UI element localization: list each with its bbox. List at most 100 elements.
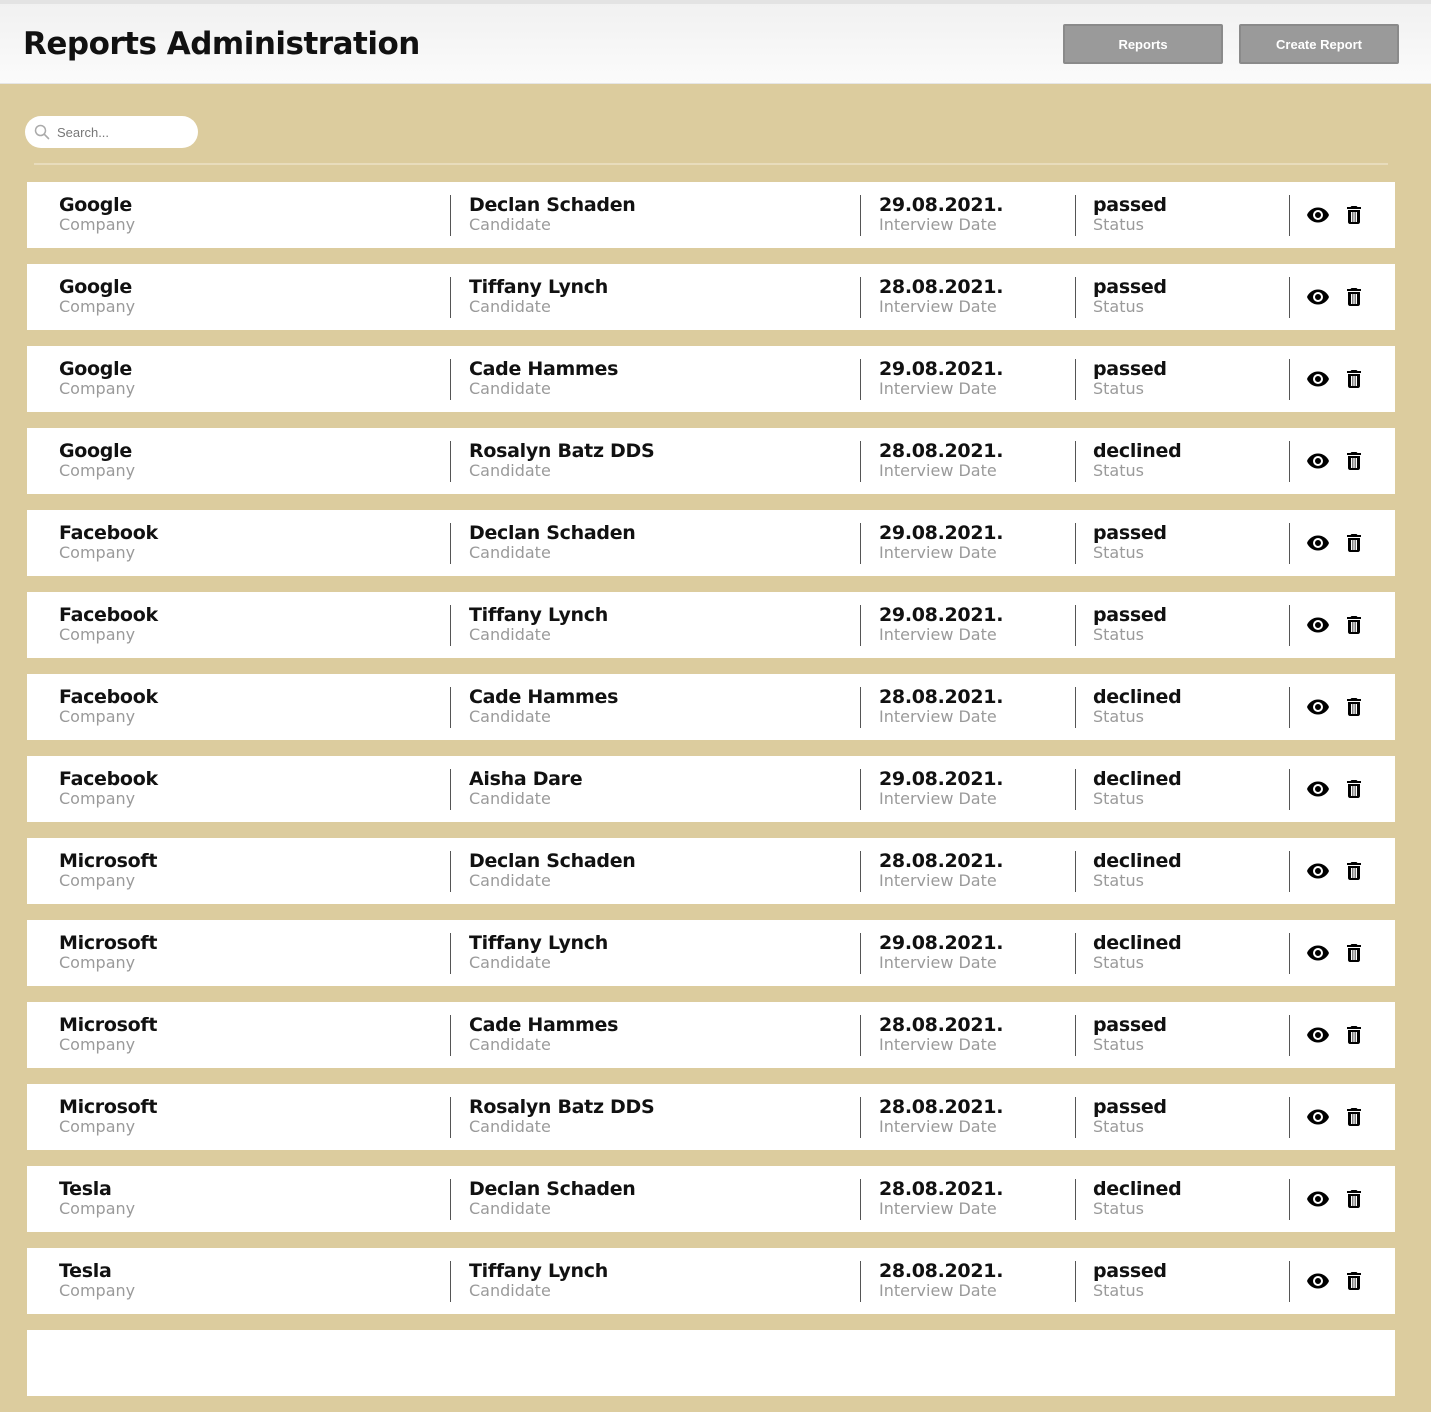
status-cell: passed Status bbox=[1093, 194, 1167, 234]
candidate-cell: Cade Hammes Candidate bbox=[469, 1014, 618, 1054]
candidate-label: Candidate bbox=[469, 1199, 551, 1218]
column-separator bbox=[1289, 605, 1290, 646]
candidate-value: Declan Schaden bbox=[469, 1178, 636, 1200]
company-value: Facebook bbox=[59, 768, 158, 790]
status-label: Status bbox=[1093, 215, 1144, 234]
candidate-cell: Rosalyn Batz DDS Candidate bbox=[469, 1096, 655, 1136]
column-separator bbox=[860, 359, 861, 400]
status-value: passed bbox=[1093, 1260, 1167, 1282]
eye-icon[interactable] bbox=[1306, 1105, 1330, 1129]
status-cell: passed Status bbox=[1093, 604, 1167, 644]
column-separator bbox=[1075, 1261, 1076, 1302]
company-label: Company bbox=[59, 1117, 136, 1136]
trash-icon[interactable] bbox=[1342, 1105, 1366, 1129]
status-value: passed bbox=[1093, 1014, 1167, 1036]
trash-icon[interactable] bbox=[1342, 777, 1366, 801]
candidate-label: Candidate bbox=[469, 297, 551, 316]
column-separator bbox=[860, 1097, 861, 1138]
trash-icon[interactable] bbox=[1342, 449, 1366, 473]
column-separator bbox=[450, 1097, 451, 1138]
company-cell: Facebook Company bbox=[59, 686, 158, 726]
column-separator bbox=[1075, 277, 1076, 318]
candidate-value: Declan Schaden bbox=[469, 522, 636, 544]
date-label: Interview Date bbox=[879, 871, 997, 890]
candidate-value: Cade Hammes bbox=[469, 1014, 619, 1036]
trash-icon[interactable] bbox=[1342, 285, 1366, 309]
company-cell: Google Company bbox=[59, 358, 135, 398]
status-cell: declined Status bbox=[1093, 768, 1182, 808]
company-value: Tesla bbox=[59, 1178, 112, 1200]
column-separator bbox=[450, 687, 451, 728]
reports-button[interactable]: Reports bbox=[1063, 24, 1223, 64]
eye-icon[interactable] bbox=[1306, 613, 1330, 637]
candidate-value: Rosalyn Batz DDS bbox=[469, 1096, 655, 1118]
date-value: 28.08.2021. bbox=[879, 686, 1004, 708]
eye-icon[interactable] bbox=[1306, 859, 1330, 883]
trash-icon[interactable] bbox=[1342, 613, 1366, 637]
column-separator bbox=[860, 769, 861, 810]
eye-icon[interactable] bbox=[1306, 1023, 1330, 1047]
eye-icon[interactable] bbox=[1306, 777, 1330, 801]
eye-icon[interactable] bbox=[1306, 1187, 1330, 1211]
eye-icon[interactable] bbox=[1306, 1269, 1330, 1293]
status-value: passed bbox=[1093, 604, 1167, 626]
eye-icon[interactable] bbox=[1306, 449, 1330, 473]
trash-icon[interactable] bbox=[1342, 859, 1366, 883]
report-row: Microsoft Company Declan Schaden Candida… bbox=[27, 838, 1395, 904]
column-separator bbox=[450, 1179, 451, 1220]
search-input[interactable] bbox=[57, 122, 192, 142]
company-value: Facebook bbox=[59, 522, 158, 544]
company-label: Company bbox=[59, 953, 136, 972]
candidate-label: Candidate bbox=[469, 461, 551, 480]
date-label: Interview Date bbox=[879, 1117, 997, 1136]
date-value: 28.08.2021. bbox=[879, 850, 1004, 872]
trash-icon[interactable] bbox=[1342, 1269, 1366, 1293]
eye-icon[interactable] bbox=[1306, 203, 1330, 227]
company-cell: Google Company bbox=[59, 194, 135, 234]
company-cell: Facebook Company bbox=[59, 522, 158, 562]
date-cell: 28.08.2021. Interview Date bbox=[879, 1096, 1003, 1136]
candidate-value: Declan Schaden bbox=[469, 194, 636, 216]
company-cell: Microsoft Company bbox=[59, 1014, 157, 1054]
eye-icon[interactable] bbox=[1306, 941, 1330, 965]
column-separator bbox=[860, 605, 861, 646]
candidate-value: Cade Hammes bbox=[469, 358, 619, 380]
trash-icon[interactable] bbox=[1342, 203, 1366, 227]
eye-icon[interactable] bbox=[1306, 695, 1330, 719]
date-value: 28.08.2021. bbox=[879, 276, 1004, 298]
company-value: Microsoft bbox=[59, 1014, 158, 1036]
create-report-button[interactable]: Create Report bbox=[1239, 24, 1399, 64]
trash-icon[interactable] bbox=[1342, 695, 1366, 719]
trash-icon[interactable] bbox=[1342, 531, 1366, 555]
status-label: Status bbox=[1093, 379, 1144, 398]
trash-icon[interactable] bbox=[1342, 941, 1366, 965]
column-separator bbox=[860, 1179, 861, 1220]
eye-icon[interactable] bbox=[1306, 285, 1330, 309]
company-label: Company bbox=[59, 789, 136, 808]
search-box[interactable] bbox=[25, 116, 198, 148]
trash-icon[interactable] bbox=[1342, 367, 1366, 391]
candidate-cell: Cade Hammes Candidate bbox=[469, 358, 618, 398]
date-value: 28.08.2021. bbox=[879, 1178, 1004, 1200]
company-value: Facebook bbox=[59, 604, 158, 626]
candidate-label: Candidate bbox=[469, 871, 551, 890]
eye-icon[interactable] bbox=[1306, 367, 1330, 391]
eye-icon[interactable] bbox=[1306, 531, 1330, 555]
report-row: Google Company Rosalyn Batz DDS Candidat… bbox=[27, 428, 1395, 494]
search-icon bbox=[34, 124, 50, 140]
status-label: Status bbox=[1093, 1035, 1144, 1054]
status-cell: passed Status bbox=[1093, 276, 1167, 316]
trash-icon[interactable] bbox=[1342, 1187, 1366, 1211]
candidate-cell: Tiffany Lynch Candidate bbox=[469, 276, 608, 316]
date-label: Interview Date bbox=[879, 625, 997, 644]
column-separator bbox=[860, 1015, 861, 1056]
status-cell: passed Status bbox=[1093, 1014, 1167, 1054]
candidate-cell: Aisha Dare Candidate bbox=[469, 768, 583, 808]
report-row: Facebook Company Tiffany Lynch Candidate… bbox=[27, 592, 1395, 658]
company-label: Company bbox=[59, 1281, 136, 1300]
date-label: Interview Date bbox=[879, 707, 997, 726]
date-label: Interview Date bbox=[879, 379, 997, 398]
status-cell: declined Status bbox=[1093, 686, 1182, 726]
trash-icon[interactable] bbox=[1342, 1023, 1366, 1047]
company-label: Company bbox=[59, 1035, 136, 1054]
